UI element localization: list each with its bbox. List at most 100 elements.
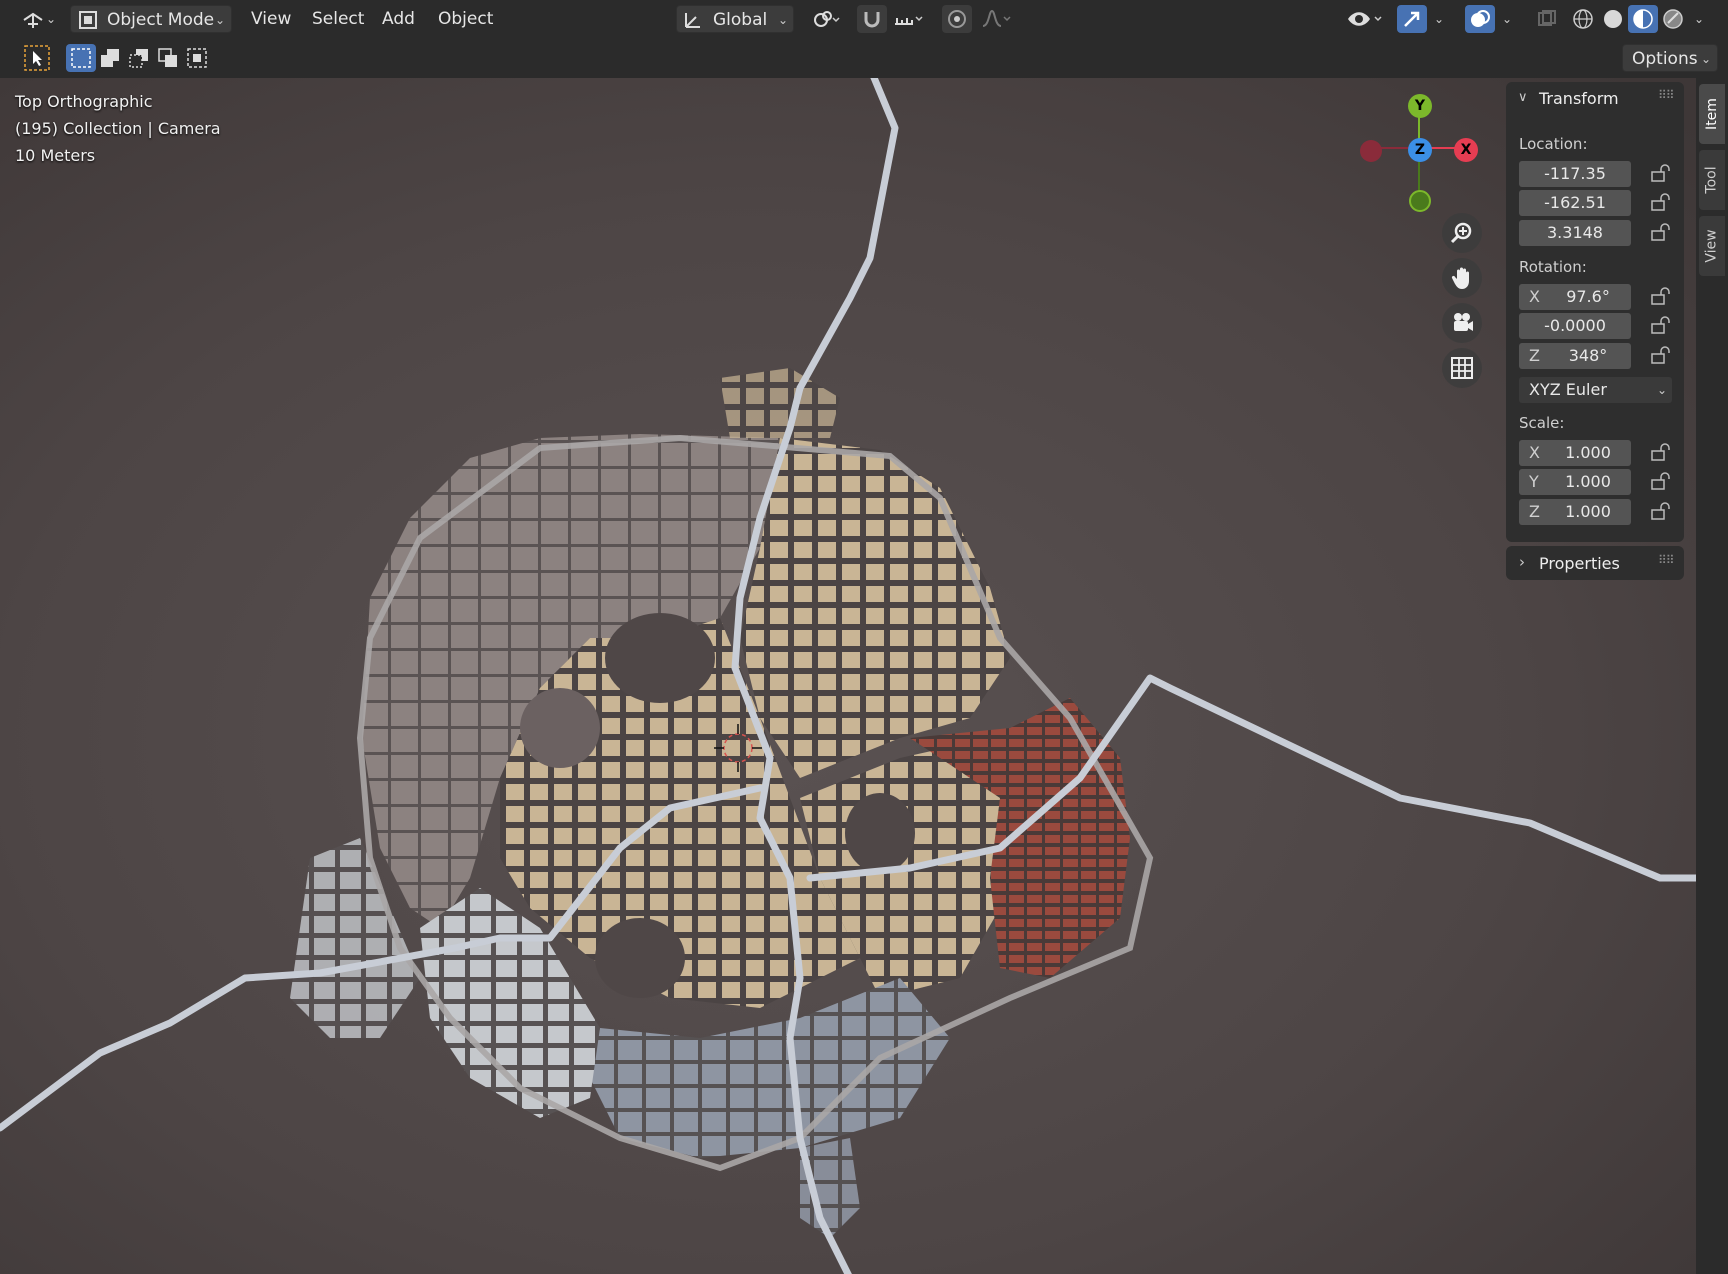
eye-icon	[1348, 12, 1382, 26]
rotation-y-value: -0.0000	[1544, 316, 1606, 335]
select-subtract-icon	[129, 49, 148, 68]
gizmo-axis-neg-y[interactable]	[1409, 190, 1431, 212]
snap-target-dropdown[interactable]	[888, 5, 928, 33]
wireframe-sphere-icon	[1573, 9, 1593, 29]
scale-x-field[interactable]: X 1.000	[1519, 440, 1631, 466]
select-mode-extend[interactable]	[95, 44, 125, 72]
select-intersect-icon	[187, 48, 207, 68]
properties-drag-handle-icon[interactable]: ⠿⠿	[1658, 553, 1675, 567]
scale-z-field[interactable]: Z 1.000	[1519, 499, 1631, 525]
menu-add[interactable]: Add	[376, 5, 421, 33]
rotation-z-value: 348°	[1568, 346, 1608, 365]
pivot-icon	[814, 11, 840, 27]
grid-scale-label: 10 Meters	[15, 146, 96, 165]
tool-settings-bar: Options ⌄	[0, 39, 1728, 79]
xray-toggle[interactable]	[1532, 5, 1562, 33]
gizmo-axis-neg-x[interactable]	[1360, 140, 1382, 162]
rotation-x-axis: X	[1529, 287, 1540, 306]
menu-object[interactable]: Object	[432, 5, 499, 33]
select-mode-subtract[interactable]	[124, 44, 154, 72]
select-invert-icon	[158, 48, 177, 67]
menu-view[interactable]: View	[245, 5, 297, 33]
location-z-field[interactable]: 3.3148	[1519, 220, 1631, 246]
lock-rotation-z-icon[interactable]	[1650, 346, 1672, 364]
gizmo-dropdown[interactable]: ⌄	[1434, 5, 1444, 33]
town-map-render	[0, 78, 1696, 1274]
header-bar: ⌄ Object Mode ⌄ View Select Add Object G…	[0, 0, 1728, 39]
scale-z-axis: Z	[1529, 502, 1540, 521]
snap-toggle[interactable]	[857, 5, 887, 33]
shading-wireframe-button[interactable]	[1568, 5, 1598, 33]
overlays-dropdown[interactable]: ⌄	[1502, 5, 1512, 33]
location-y-field[interactable]: -162.51	[1519, 190, 1631, 216]
solid-sphere-icon	[1604, 10, 1622, 28]
tab-tool[interactable]: Tool	[1699, 150, 1725, 210]
lock-location-x-icon[interactable]	[1650, 164, 1672, 182]
transform-title[interactable]: Transform	[1539, 89, 1619, 108]
shading-rendered-button[interactable]	[1658, 5, 1688, 33]
properties-panel[interactable]: › Properties ⠿⠿	[1506, 546, 1684, 580]
rotation-z-axis: Z	[1529, 346, 1540, 365]
transform-orientation-dropdown[interactable]: Global ⌄	[676, 5, 794, 33]
pivot-point-button[interactable]	[806, 5, 846, 33]
lock-scale-x-icon[interactable]	[1650, 443, 1672, 461]
rotation-mode-dropdown[interactable]: XYZ Euler ⌄	[1519, 377, 1672, 403]
select-mode-invert[interactable]	[153, 44, 183, 72]
shading-dropdown[interactable]: ⌄	[1694, 5, 1704, 33]
tab-view-label: View	[1704, 229, 1721, 263]
falloff-curve-icon	[982, 9, 1011, 27]
gizmo-axis-z[interactable]: Z	[1408, 138, 1432, 162]
rotation-x-field[interactable]: X 97.6°	[1519, 284, 1631, 310]
lock-scale-z-icon[interactable]	[1650, 502, 1672, 520]
tab-view[interactable]: View	[1699, 216, 1725, 276]
mode-dropdown[interactable]: Object Mode ⌄	[70, 5, 232, 33]
rotation-y-field[interactable]: -0.0000	[1519, 313, 1631, 339]
select-mode-new[interactable]	[66, 44, 96, 72]
scale-y-field[interactable]: Y 1.000	[1519, 469, 1631, 495]
lock-scale-y-icon[interactable]	[1650, 472, 1672, 490]
rotation-label: Rotation:	[1519, 258, 1587, 276]
cursor-select-icon	[24, 45, 50, 71]
gizmo-axis-x[interactable]: X	[1454, 138, 1478, 162]
lock-rotation-x-icon[interactable]	[1650, 287, 1672, 305]
scale-z-value: 1.000	[1565, 502, 1611, 521]
tab-item-label: Item	[1704, 98, 1720, 130]
editor-type-button[interactable]: ⌄	[18, 5, 60, 33]
shading-solid-button[interactable]	[1598, 5, 1628, 33]
location-x-field[interactable]: -117.35	[1519, 161, 1631, 187]
gizmo-axis-y[interactable]: Y	[1408, 94, 1432, 118]
visibility-dropdown[interactable]	[1343, 5, 1387, 33]
select-tool-button[interactable]	[22, 44, 52, 72]
proportional-falloff-dropdown[interactable]	[976, 5, 1016, 33]
camera-view-button[interactable]	[1442, 303, 1482, 343]
location-x-value: -117.35	[1544, 164, 1606, 183]
scale-x-value: 1.000	[1565, 443, 1611, 462]
proportional-edit-toggle[interactable]	[942, 5, 972, 33]
gizmo-toggle[interactable]	[1397, 5, 1427, 33]
tab-item[interactable]: Item	[1699, 84, 1725, 144]
pan-button[interactable]	[1442, 258, 1482, 298]
orientation-label: Global	[713, 10, 768, 30]
lock-rotation-y-icon[interactable]	[1650, 316, 1672, 334]
toggle-ortho-button[interactable]	[1442, 348, 1482, 388]
rendered-sphere-icon	[1663, 9, 1683, 29]
menu-select[interactable]: Select	[306, 5, 370, 33]
options-label: Options	[1632, 49, 1698, 69]
drag-handle-icon[interactable]: ⠿⠿	[1658, 88, 1675, 102]
options-dropdown[interactable]: Options ⌄	[1622, 44, 1718, 72]
shading-material-button[interactable]	[1628, 5, 1658, 33]
zoom-button[interactable]	[1442, 213, 1482, 253]
properties-title[interactable]: Properties	[1539, 554, 1620, 573]
overlays-toggle[interactable]	[1465, 5, 1495, 33]
3d-viewport[interactable]: Top Orthographic (195) Collection | Came…	[0, 78, 1696, 1274]
select-mode-intersect[interactable]	[182, 44, 212, 72]
transform-collapse-icon[interactable]: ∨	[1518, 90, 1528, 105]
object-mode-icon	[79, 11, 97, 29]
rotation-z-field[interactable]: Z 348°	[1519, 343, 1631, 369]
proportional-edit-icon	[948, 10, 966, 28]
lock-location-y-icon[interactable]	[1650, 193, 1672, 211]
gizmo-arrow-icon	[1404, 11, 1420, 27]
properties-expand-icon[interactable]: ›	[1519, 553, 1525, 571]
lock-location-z-icon[interactable]	[1650, 223, 1672, 241]
xray-icon	[1538, 10, 1556, 26]
